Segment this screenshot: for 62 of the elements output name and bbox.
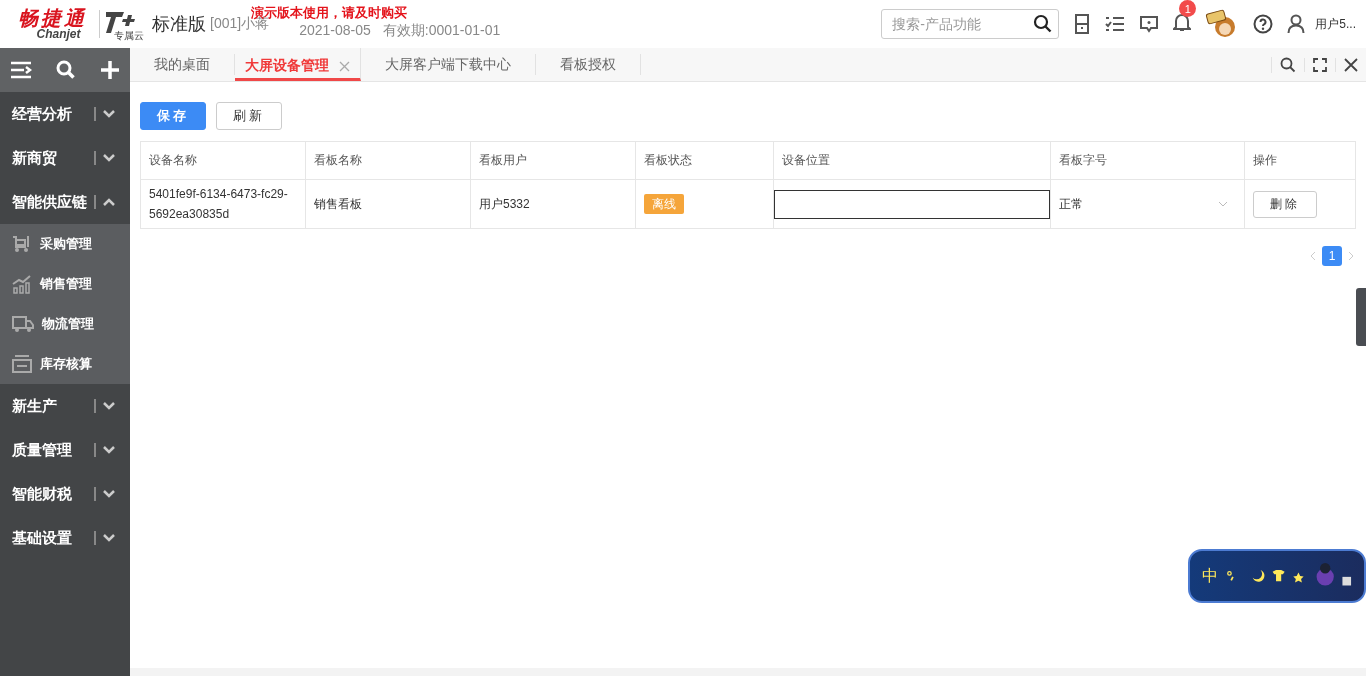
truck-icon (12, 315, 34, 333)
brand-name: 畅捷通 (18, 8, 87, 28)
sidebar-item[interactable]: 采购管理 (0, 224, 130, 264)
menu-icon[interactable] (10, 61, 32, 79)
sidebar-item[interactable]: 物流管理 (0, 304, 130, 344)
location-input[interactable] (774, 189, 1050, 219)
bell-icon[interactable] (1173, 12, 1192, 32)
add-icon[interactable] (100, 60, 120, 80)
delete-button[interactable]: 删除 (1253, 190, 1317, 218)
tab[interactable]: 我的桌面 (130, 54, 235, 75)
validity-date: 有效期:0001-01-01 (382, 22, 501, 40)
sidebar-group[interactable]: 基础设置 (0, 516, 130, 560)
sidebar-group[interactable]: 智能供应链 (0, 180, 130, 224)
help-icon[interactable] (1253, 14, 1274, 34)
login-date: 2021-08-05 (299, 22, 371, 40)
sidebar-item[interactable]: 库存核算 (0, 344, 130, 384)
sidebar-group[interactable]: 新生产 (0, 384, 130, 428)
chevron-down-icon (102, 153, 116, 163)
chevron-down-icon (102, 533, 116, 543)
user-icon[interactable] (1287, 14, 1306, 34)
product-edition-label: 专属云 (114, 29, 144, 43)
search-field[interactable]: 搜索-产品功能 (881, 9, 1060, 39)
column-header: 看板字号 (1050, 141, 1245, 180)
sidebar-group[interactable]: 新商贸 (0, 136, 130, 180)
printer-icon (12, 355, 32, 373)
notification-badge: 1 (1179, 0, 1197, 17)
refresh-button[interactable]: 刷新 (216, 102, 282, 130)
column-header: 看板名称 (305, 141, 471, 180)
sidebar-group[interactable]: 智能财税 (0, 472, 130, 516)
chevron-down-icon (102, 401, 116, 411)
sidebar-item[interactable]: 销售管理 (0, 264, 130, 304)
calculator-icon[interactable] (1073, 14, 1092, 34)
table-cell: 销售看板 (305, 179, 471, 229)
chevron-down-icon (102, 445, 116, 455)
product-name: 标准版 (152, 13, 206, 36)
tab[interactable]: 看板授权 (536, 54, 641, 75)
column-header: 看板用户 (470, 141, 636, 180)
column-header: 设备位置 (773, 141, 1051, 180)
cart-icon (12, 235, 32, 253)
search-icon[interactable] (56, 60, 76, 80)
chevron-down-icon (102, 109, 116, 119)
checklist-icon[interactable] (1105, 15, 1126, 33)
brand-subtitle: Chanjet (36, 28, 81, 40)
table-cell: 用户5332 (470, 179, 636, 229)
chevron-down-icon (1218, 201, 1228, 207)
column-header: 设备名称 (140, 141, 306, 180)
growth-chart-icon (12, 274, 32, 294)
chevron-up-icon (102, 197, 116, 207)
tab[interactable]: 大屏设备管理 (235, 48, 361, 81)
table-cell: 5401fe9f-6134-6473-fc29-5692ea30835d (140, 179, 306, 229)
chevron-down-icon (102, 489, 116, 499)
sidebar-group[interactable]: 质量管理 (0, 428, 130, 472)
user-name[interactable]: 用户5... (1315, 15, 1356, 33)
tab[interactable]: 大屏客户端下载中心 (361, 54, 536, 75)
message-icon[interactable] (1139, 14, 1160, 34)
status-tag: 离线 (644, 194, 684, 214)
sidebar-group[interactable]: 经营分析 (0, 92, 130, 136)
column-header: 操作 (1244, 141, 1356, 180)
ime-toolbar[interactable]: 中 (1188, 549, 1366, 603)
search-icon[interactable] (1033, 14, 1054, 34)
side-handle[interactable] (1356, 288, 1366, 346)
column-header: 看板状态 (635, 141, 774, 180)
